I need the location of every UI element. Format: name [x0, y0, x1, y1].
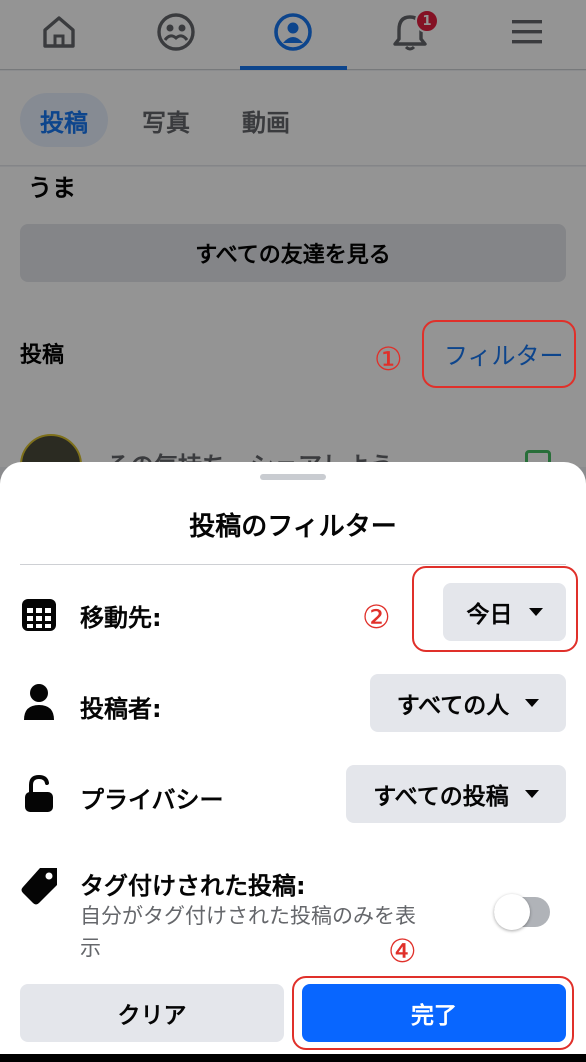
- person-icon: [22, 683, 56, 725]
- privacy-select-button[interactable]: すべての投稿: [346, 765, 566, 823]
- bottom-edge: [0, 1054, 586, 1062]
- clear-button[interactable]: クリア: [20, 984, 284, 1042]
- tagged-posts-description-line1: 自分がタグ付けされた投稿のみを表: [80, 904, 416, 928]
- filter-bottom-sheet: [0, 462, 586, 1054]
- annotation-number-4: ④: [388, 932, 417, 970]
- privacy-select-value: すべての投稿: [373, 784, 509, 810]
- annotation-box-2: [412, 566, 578, 652]
- posted-by-label: 投稿者:: [80, 695, 162, 723]
- sheet-grabber[interactable]: [260, 474, 326, 480]
- tag-icon: [20, 866, 60, 910]
- chevron-down-icon: [524, 790, 539, 798]
- tagged-posts-label: タグ付けされた投稿:: [80, 872, 306, 900]
- chevron-down-icon: [525, 699, 540, 707]
- tagged-posts-description-line2: 示: [80, 936, 101, 960]
- go-to-label: 移動先:: [80, 604, 162, 632]
- unlock-icon: [22, 774, 56, 818]
- annotation-number-2: ②: [362, 598, 391, 636]
- toggle-knob: [494, 894, 530, 930]
- divider: [20, 564, 566, 565]
- sheet-title: 投稿のフィルター: [189, 512, 397, 542]
- annotation-box-4: [292, 976, 574, 1050]
- privacy-label: プライバシー: [80, 786, 224, 814]
- tagged-posts-description: 自分がタグ付けされた投稿のみを表 示: [80, 900, 480, 964]
- annotation-number-1: ①: [374, 340, 403, 378]
- annotation-box-1: [422, 320, 576, 388]
- calendar-icon: [20, 595, 58, 637]
- posted-by-select-button[interactable]: すべての人: [370, 674, 566, 732]
- posted-by-select-value: すべての人: [396, 693, 510, 719]
